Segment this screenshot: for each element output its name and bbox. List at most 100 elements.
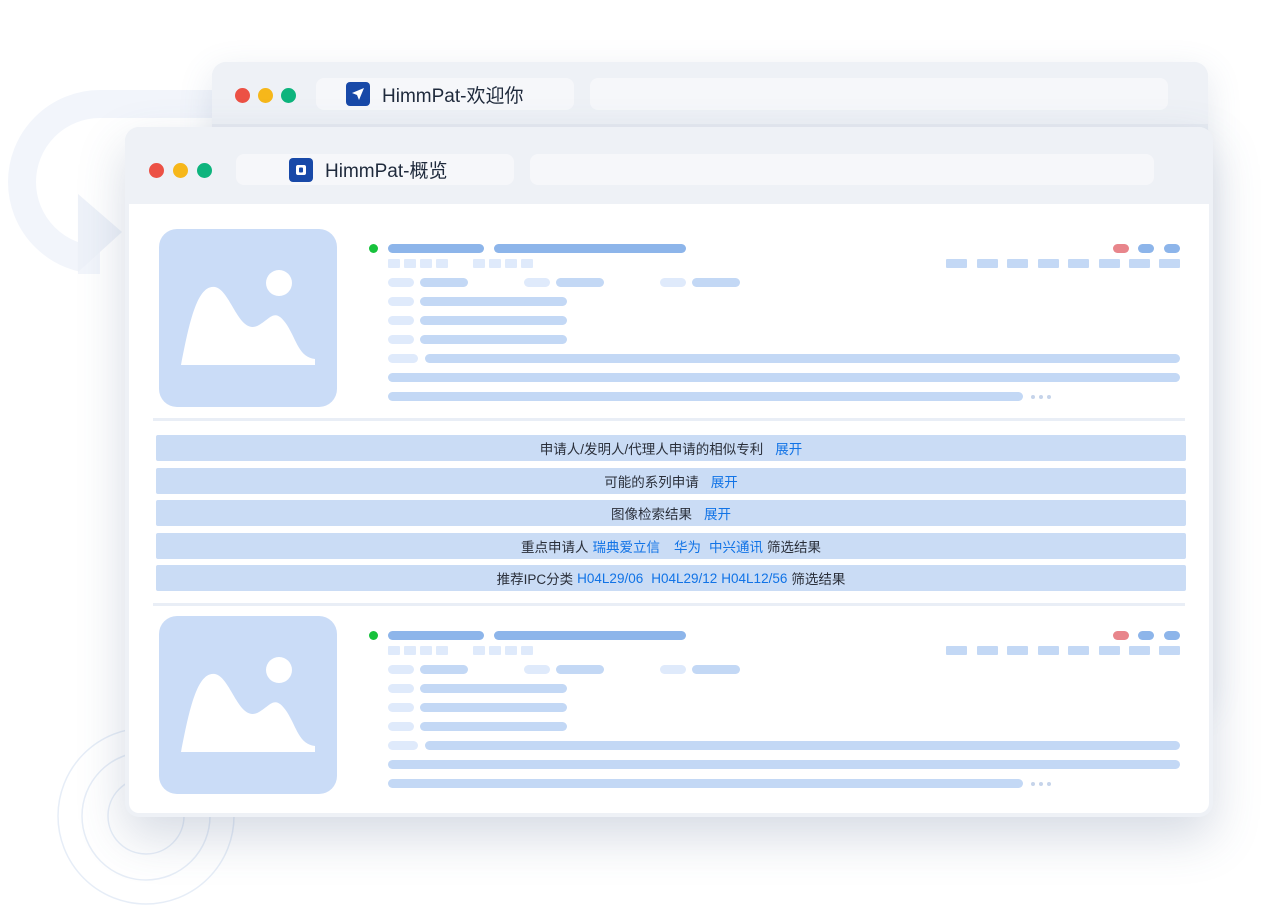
- family-applications-expand-link[interactable]: 展开: [711, 471, 738, 491]
- title-placeholder: [494, 244, 686, 253]
- more-dots-icon[interactable]: [1031, 395, 1035, 399]
- ipc-code-link[interactable]: H04L29/12: [651, 571, 717, 586]
- action-placeholder-red[interactable]: [1113, 631, 1129, 640]
- family-applications-panel[interactable]: 可能的系列申请 展开: [156, 468, 1186, 494]
- recommended-ipc-label: 推荐IPC分类: [496, 572, 574, 587]
- meta-placeholder: [521, 646, 533, 655]
- key-applicants-panel[interactable]: 重点申请人 瑞典爱立信 华为 中兴通讯 筛选结果: [156, 533, 1186, 559]
- meta-placeholder: [505, 646, 517, 655]
- tag-placeholder: [1038, 259, 1059, 268]
- minimize-dot-icon[interactable]: [258, 88, 273, 103]
- recommended-ipc-panel[interactable]: 推荐IPC分类 H04L29/06 H04L29/12 H04L12/56 筛选…: [156, 565, 1186, 591]
- image-search-panel[interactable]: 图像检索结果 展开: [156, 500, 1186, 526]
- field-value-placeholder: [692, 665, 740, 674]
- meta-placeholder: [404, 259, 416, 268]
- front-window-tab[interactable]: HimmPat-概览: [236, 154, 514, 185]
- title-placeholder: [388, 631, 484, 640]
- abstract-placeholder: [425, 354, 1180, 363]
- ipc-code-link[interactable]: H04L12/56: [721, 571, 787, 586]
- similar-patents-expand-link[interactable]: 展开: [775, 438, 802, 458]
- tag-placeholder: [1007, 646, 1028, 655]
- tag-placeholder: [946, 646, 967, 655]
- action-placeholder[interactable]: [1164, 244, 1180, 253]
- field-label-placeholder: [388, 665, 414, 674]
- tag-placeholder: [1129, 259, 1150, 268]
- field-label-placeholder: [388, 722, 414, 731]
- front-window-address-bar[interactable]: [530, 154, 1154, 185]
- meta-placeholder: [473, 259, 485, 268]
- back-window-tab[interactable]: HimmPat-欢迎你: [316, 78, 574, 110]
- filter-results-label: 筛选结果: [767, 540, 821, 555]
- image-placeholder-icon: [181, 270, 315, 365]
- tag-placeholder: [1038, 646, 1059, 655]
- action-placeholder[interactable]: [1138, 631, 1154, 640]
- tag-placeholder: [977, 259, 998, 268]
- more-dots-icon[interactable]: [1039, 782, 1043, 786]
- patent-result-card[interactable]: [129, 611, 1209, 801]
- himmpat-logo-icon: [289, 157, 313, 182]
- field-value-placeholder: [420, 722, 567, 731]
- meta-placeholder: [489, 259, 501, 268]
- close-dot-icon[interactable]: [149, 163, 164, 178]
- abstract-placeholder: [388, 779, 1023, 788]
- field-value-placeholder: [420, 665, 468, 674]
- abstract-placeholder: [425, 741, 1180, 750]
- overview-content: 申请人/发明人/代理人申请的相似专利 展开 可能的系列申请 展开 图像检索结果 …: [129, 204, 1209, 813]
- field-label-placeholder: [660, 665, 686, 674]
- front-window-titlebar: HimmPat-概览: [125, 127, 1213, 204]
- divider: [153, 418, 1185, 421]
- more-dots-icon[interactable]: [1039, 395, 1043, 399]
- meta-placeholder: [420, 646, 432, 655]
- similar-patents-panel[interactable]: 申请人/发明人/代理人申请的相似专利 展开: [156, 435, 1186, 461]
- back-window-titlebar: HimmPat-欢迎你: [212, 62, 1208, 124]
- maximize-dot-icon[interactable]: [197, 163, 212, 178]
- tag-placeholder: [1068, 646, 1089, 655]
- close-dot-icon[interactable]: [235, 88, 250, 103]
- key-applicants-label: 重点申请人: [521, 540, 589, 555]
- send-arrow-icon: [346, 82, 370, 106]
- field-label-placeholder: [388, 741, 418, 750]
- tag-placeholder: [1007, 259, 1028, 268]
- field-value-placeholder: [692, 278, 740, 287]
- abstract-placeholder: [388, 373, 1180, 382]
- action-placeholder[interactable]: [1138, 244, 1154, 253]
- filter-results-label: 筛选结果: [791, 572, 846, 587]
- field-label-placeholder: [524, 665, 550, 674]
- front-window-tab-title: HimmPat-概览: [325, 161, 448, 182]
- action-placeholder-red[interactable]: [1113, 244, 1129, 253]
- maximize-dot-icon[interactable]: [281, 88, 296, 103]
- minimize-dot-icon[interactable]: [173, 163, 188, 178]
- patent-thumbnail: [159, 616, 337, 794]
- field-label-placeholder: [388, 316, 414, 325]
- divider: [153, 603, 1185, 606]
- tag-placeholder: [1159, 259, 1180, 268]
- image-search-text: 图像检索结果: [611, 507, 692, 522]
- applicant-link-zte[interactable]: 中兴通讯: [709, 536, 763, 556]
- tag-placeholder: [1159, 646, 1180, 655]
- back-window-address-bar[interactable]: [590, 78, 1168, 110]
- action-placeholder[interactable]: [1164, 631, 1180, 640]
- applicant-link-huawei[interactable]: 华为: [674, 536, 701, 556]
- field-label-placeholder: [388, 297, 414, 306]
- abstract-placeholder: [388, 392, 1023, 401]
- field-value-placeholder: [420, 278, 468, 287]
- status-indicator-dot: [369, 244, 378, 253]
- meta-placeholder: [388, 646, 400, 655]
- front-browser-window: HimmPat-概览 申请人/发明人/代理人申请的相似专利 展开 可能的系列申请…: [125, 127, 1213, 817]
- similar-patents-text: 申请人/发明人/代理人申请的相似专利: [539, 442, 764, 457]
- meta-placeholder: [521, 259, 533, 268]
- image-search-expand-link[interactable]: 展开: [704, 503, 731, 523]
- tag-placeholder: [977, 646, 998, 655]
- ipc-code-link[interactable]: H04L29/06: [577, 571, 643, 586]
- field-label-placeholder: [388, 684, 414, 693]
- tag-placeholder: [1068, 259, 1089, 268]
- field-value-placeholder: [420, 316, 567, 325]
- more-dots-icon[interactable]: [1031, 782, 1035, 786]
- applicant-link-ericsson[interactable]: 瑞典爱立信: [593, 536, 661, 556]
- more-dots-icon[interactable]: [1047, 395, 1051, 399]
- field-label-placeholder: [388, 278, 414, 287]
- more-dots-icon[interactable]: [1047, 782, 1051, 786]
- family-applications-text: 可能的系列申请: [604, 475, 699, 490]
- abstract-placeholder: [388, 760, 1180, 769]
- patent-result-card[interactable]: [129, 224, 1209, 414]
